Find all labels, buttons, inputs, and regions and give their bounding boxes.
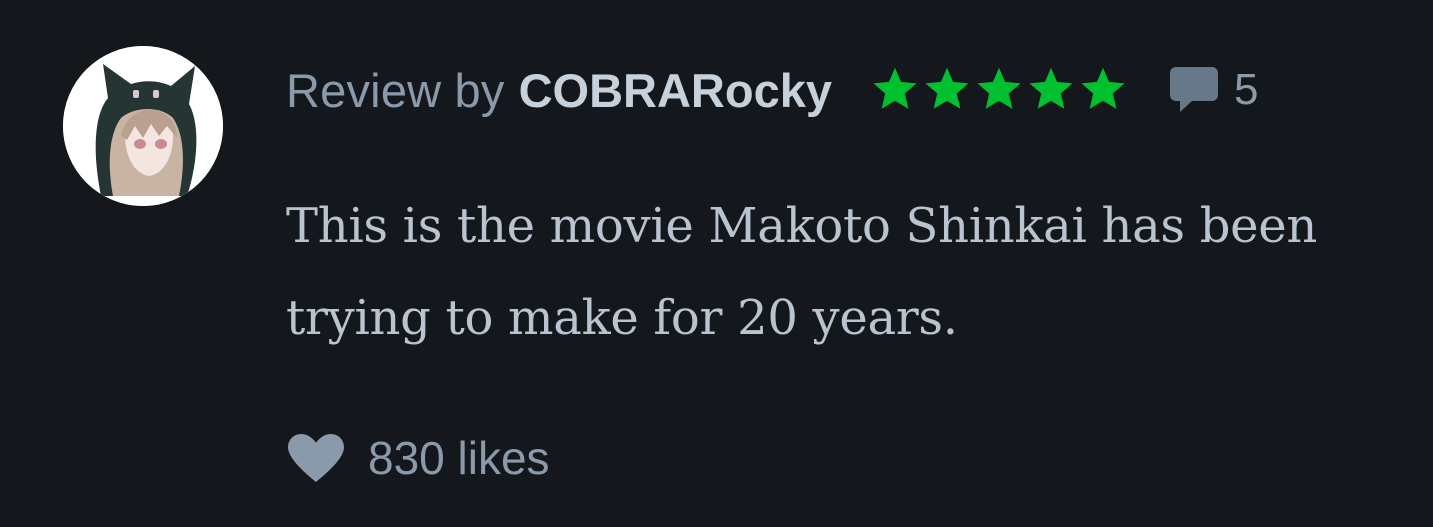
- star-icon: [1026, 66, 1076, 114]
- likes-count: 830 likes: [368, 432, 550, 484]
- speech-bubble-icon: [1168, 65, 1220, 115]
- comments-link[interactable]: 5: [1168, 65, 1259, 115]
- star-icon: [974, 66, 1024, 114]
- review-header: Review by COBRARocky 5: [286, 58, 1259, 122]
- avatar[interactable]: [63, 46, 223, 206]
- comment-count: 5: [1234, 65, 1259, 114]
- heart-icon[interactable]: [286, 432, 346, 484]
- review-text: This is the movie Makoto Shinkai has bee…: [286, 198, 1317, 346]
- rating-stars: [870, 66, 1128, 114]
- star-icon: [870, 66, 920, 114]
- username-link[interactable]: COBRARocky: [519, 63, 832, 118]
- review-card: Review by COBRARocky 5 This is the movie…: [0, 0, 1433, 527]
- avatar-image: [63, 46, 223, 206]
- star-icon: [1078, 66, 1128, 114]
- likes-row: 830 likes: [286, 426, 550, 490]
- review-by-label: Review by: [286, 63, 505, 117]
- star-icon: [922, 66, 972, 114]
